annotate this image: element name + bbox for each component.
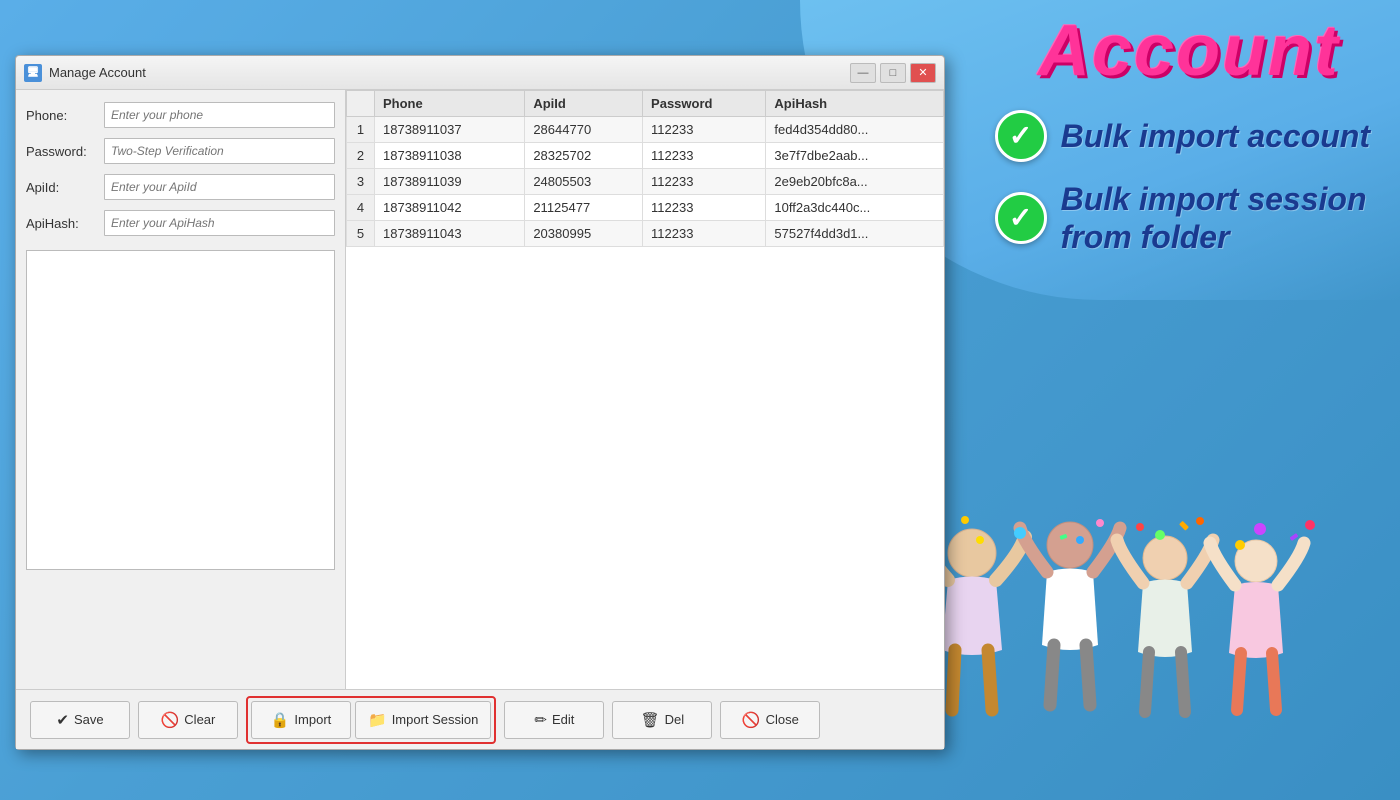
minimize-button[interactable]: — [850,63,876,83]
table-row[interactable]: 3 18738911039 24805503 112233 2e9eb20bfc… [347,169,944,195]
col-password: Password [643,91,766,117]
feature-item-1: ✓ Bulk import account [995,110,1370,162]
import-label: Import [294,712,331,727]
feature-check-1: ✓ [995,110,1047,162]
col-num [347,91,375,117]
cell-password-3: 112233 [643,169,766,195]
password-label: Password: [26,144,104,159]
close-button[interactable]: 🚫 Close [720,701,820,739]
cell-apihash-2: 3e7f7dbe2aab... [766,143,944,169]
row-num-2: 2 [347,143,375,169]
manage-account-window: 🖥 Manage Account — □ ✕ Phone: Password: … [15,55,945,750]
col-apiid: ApiId [525,91,643,117]
clear-icon: 🚫 [161,711,180,729]
feature-check-2: ✓ [995,192,1047,244]
cell-apihash-3: 2e9eb20bfc8a... [766,169,944,195]
cell-apiid-2: 28325702 [525,143,643,169]
feature-text-2: Bulk import session from folder [1061,180,1367,257]
cell-phone-2: 18738911038 [375,143,525,169]
close-icon: 🚫 [742,711,761,729]
table-header-row: Phone ApiId Password ApiHash [347,91,944,117]
col-phone: Phone [375,91,525,117]
table-row[interactable]: 5 18738911043 20380995 112233 57527f4dd3… [347,221,944,247]
apiid-label: ApiId: [26,180,104,195]
save-icon: ✔ [56,711,69,729]
accounts-table: Phone ApiId Password ApiHash 1 187389110… [346,90,944,247]
window-title: Manage Account [49,65,850,80]
cell-phone-4: 18738911042 [375,195,525,221]
del-icon: 🗑 [641,711,660,729]
checkmark-2: ✓ [1009,204,1032,232]
feature-text-1: Bulk import account [1061,117,1370,155]
window-icon: 🖥 [24,64,42,82]
cell-apihash-4: 10ff2a3dc440c... [766,195,944,221]
cell-password-1: 112233 [643,117,766,143]
edit-icon: ✏ [534,711,547,729]
table-row[interactable]: 2 18738911038 28325702 112233 3e7f7dbe2a… [347,143,944,169]
del-label: Del [665,712,685,727]
window-body: Phone: Password: ApiId: ApiHash: [16,90,944,689]
edit-button[interactable]: ✏ Edit [504,701,604,739]
cell-apiid-5: 20380995 [525,221,643,247]
window-close-button[interactable]: ✕ [910,63,936,83]
cell-phone-5: 18738911043 [375,221,525,247]
table-body: 1 18738911037 28644770 112233 fed4d354dd… [347,117,944,247]
save-button[interactable]: ✔ Save [30,701,130,739]
import-group: 🔒 Import 📁 Import Session [246,696,496,744]
feature-item-2: ✓ Bulk import session from folder [995,180,1370,257]
import-session-button[interactable]: 📁 Import Session [355,701,491,739]
table-row[interactable]: 1 18738911037 28644770 112233 fed4d354dd… [347,117,944,143]
form-row-phone: Phone: [26,102,335,128]
phone-input[interactable] [104,102,335,128]
checkmark-1: ✓ [1009,122,1032,150]
row-num-3: 3 [347,169,375,195]
cell-apiid-4: 21125477 [525,195,643,221]
col-apihash: ApiHash [766,91,944,117]
table-panel: Phone ApiId Password ApiHash 1 187389110… [346,90,944,689]
title-bar: 🖥 Manage Account — □ ✕ [16,56,944,90]
title-bar-controls: — □ ✕ [850,63,936,83]
cell-password-2: 112233 [643,143,766,169]
table-row[interactable]: 4 18738911042 21125477 112233 10ff2a3dc4… [347,195,944,221]
clear-button[interactable]: 🚫 Clear [138,701,238,739]
form-panel: Phone: Password: ApiId: ApiHash: [16,90,346,689]
row-num-5: 5 [347,221,375,247]
cell-apiid-1: 28644770 [525,117,643,143]
row-num-1: 1 [347,117,375,143]
maximize-button[interactable]: □ [880,63,906,83]
account-title: Account [1038,10,1340,92]
import-icon: 🔒 [271,711,290,729]
clear-label: Clear [184,712,215,727]
apihash-input[interactable] [104,210,335,236]
edit-label: Edit [552,712,574,727]
import-button[interactable]: 🔒 Import [251,701,351,739]
password-input[interactable] [104,138,335,164]
features-list: ✓ Bulk import account ✓ Bulk import sess… [995,110,1370,275]
apihash-label: ApiHash: [26,216,104,231]
cell-phone-1: 18738911037 [375,117,525,143]
close-label: Close [766,712,799,727]
del-button[interactable]: 🗑 Del [612,701,712,739]
cell-password-4: 112233 [643,195,766,221]
form-row-password: Password: [26,138,335,164]
cell-password-5: 112233 [643,221,766,247]
row-num-4: 4 [347,195,375,221]
notes-textarea[interactable] [26,250,335,570]
form-row-apiid: ApiId: [26,174,335,200]
form-row-apihash: ApiHash: [26,210,335,236]
import-session-label: Import Session [392,712,479,727]
save-label: Save [74,712,104,727]
window-icon-symbol: 🖥 [27,67,40,78]
phone-label: Phone: [26,108,104,123]
cell-apihash-5: 57527f4dd3d1... [766,221,944,247]
apiid-input[interactable] [104,174,335,200]
cell-phone-3: 18738911039 [375,169,525,195]
cell-apiid-3: 24805503 [525,169,643,195]
button-bar: ✔ Save 🚫 Clear 🔒 Import 📁 Import Session… [16,689,944,749]
cell-apihash-1: fed4d354dd80... [766,117,944,143]
import-session-icon: 📁 [368,711,387,729]
